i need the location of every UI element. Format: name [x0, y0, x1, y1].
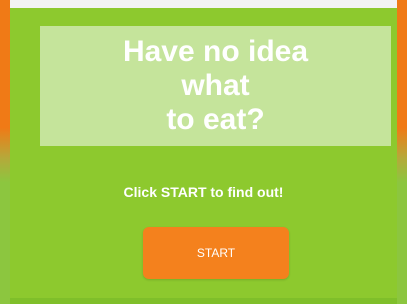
headline-line-2: what: [181, 69, 250, 102]
left-frame-edge: [0, 0, 10, 304]
top-banner-strip: [10, 0, 397, 8]
headline-box: Have no idea what to eat?: [40, 26, 391, 146]
bottom-strip: [10, 298, 397, 304]
start-button[interactable]: START: [143, 227, 289, 279]
right-frame-edge: [397, 0, 407, 304]
headline-line-3: to eat?: [166, 103, 265, 136]
start-prompt-text: Click START to find out!: [123, 184, 284, 200]
app-body: Have no idea what to eat? Click START to…: [10, 0, 397, 304]
headline-line-1: Have no idea: [122, 35, 309, 68]
headline: Have no idea what to eat?: [123, 35, 308, 137]
app-screen: Have no idea what to eat? Click START to…: [0, 0, 407, 304]
